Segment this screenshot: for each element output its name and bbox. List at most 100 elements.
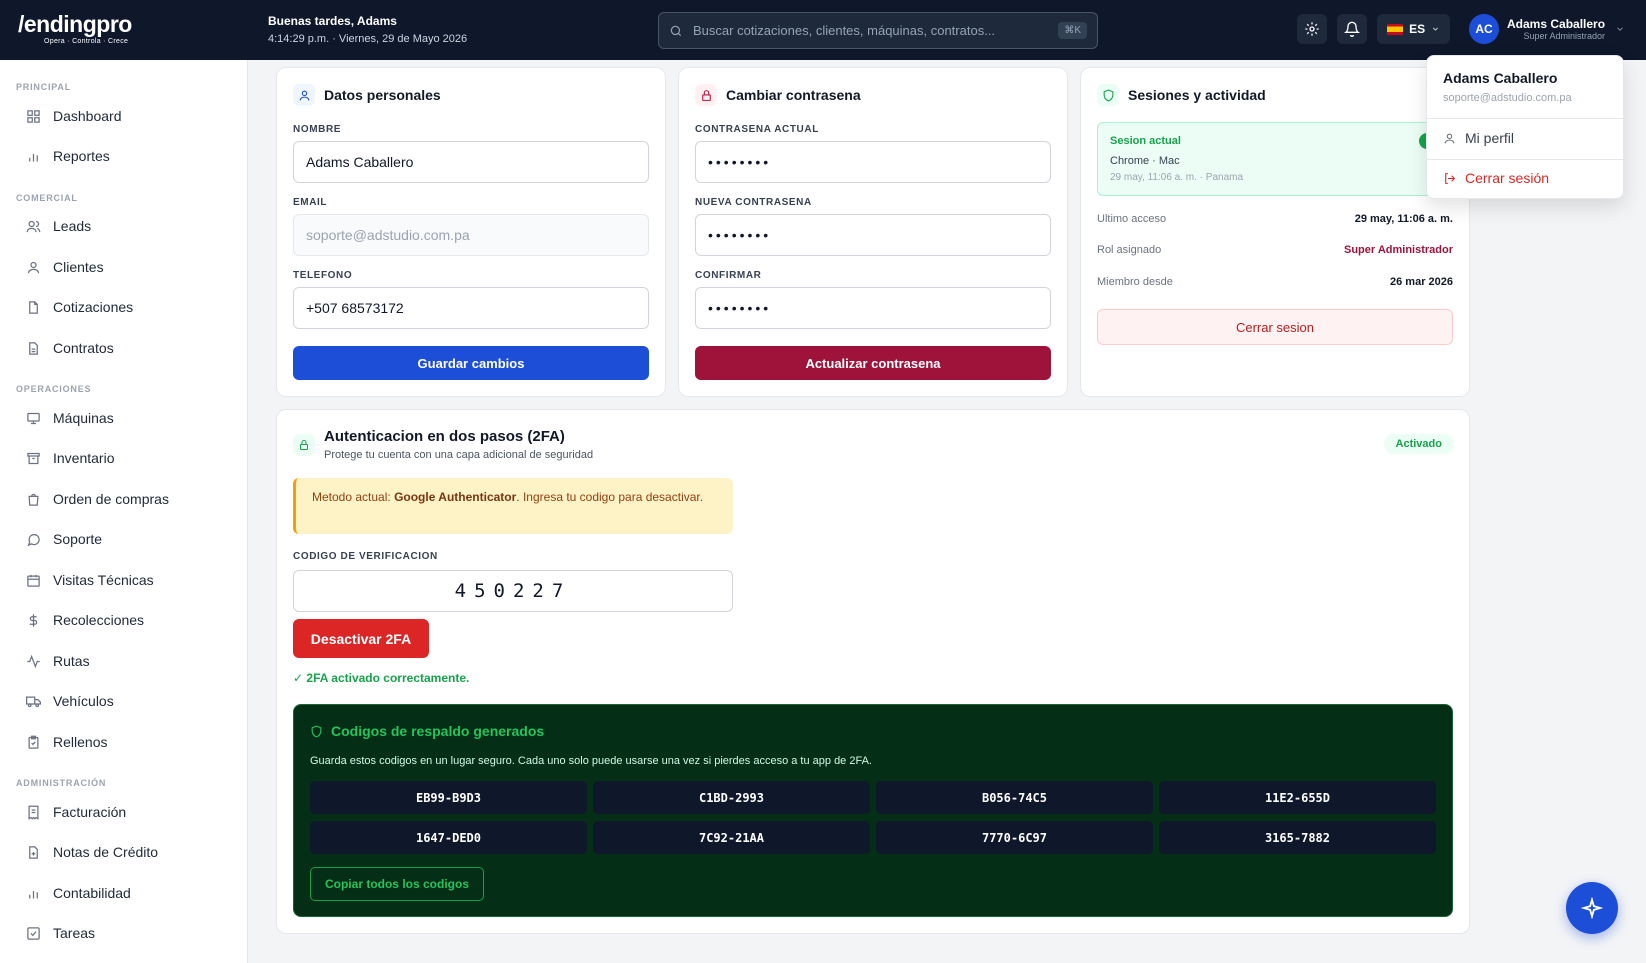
sidebar-item-rellenos[interactable]: Rellenos <box>26 734 107 750</box>
grid-icon <box>27 109 40 123</box>
menu-item-profile[interactable]: Mi perfil <box>1443 130 1514 146</box>
row-key: Ultimo acceso <box>1097 213 1167 225</box>
sidebar-item-label: Orden de compras <box>53 491 169 507</box>
confirm-password-label: CONFIRMAR <box>695 270 762 281</box>
sidebar-item-rutas[interactable]: Rutas <box>26 653 90 669</box>
divider <box>1427 118 1625 119</box>
file-plus-icon <box>29 845 38 859</box>
sidebar-item-notas-credito[interactable]: Notas de Crédito <box>26 844 158 860</box>
search-input[interactable] <box>693 23 1059 38</box>
shield-icon <box>1103 89 1113 102</box>
sidebar-item-clientes[interactable]: Clientes <box>26 259 104 275</box>
settings-button[interactable] <box>1297 14 1327 44</box>
role-row: Rol asignado Super Administrador <box>1097 244 1453 256</box>
logout-button[interactable]: Cerrar sesion <box>1097 309 1453 345</box>
user-dropdown-menu: Adams Caballero soporte@adstudio.com.pa … <box>1426 55 1625 199</box>
sidebar-item-maquinas[interactable]: Máquinas <box>26 410 114 426</box>
sidebar-item-reportes[interactable]: Reportes <box>26 148 110 164</box>
dropdown-user-email: soporte@adstudio.com.pa <box>1443 92 1572 104</box>
sidebar-item-cotizaciones[interactable]: Cotizaciones <box>26 299 133 315</box>
success-message: ✓ 2FA activado correctamente. <box>293 671 470 685</box>
deactivate-2fa-button[interactable]: Desactivar 2FA <box>293 619 429 658</box>
sidebar-item-label: Inventario <box>53 450 115 466</box>
chevron-down-icon <box>1617 27 1623 31</box>
sparkle-icon <box>1581 897 1603 919</box>
lock-icon <box>300 440 308 450</box>
sidebar-item-label: Cotizaciones <box>53 299 134 315</box>
message-icon <box>27 533 40 546</box>
backup-code: 11E2-655D <box>1159 781 1436 814</box>
file-icon <box>29 300 38 314</box>
phone-field[interactable]: +507 68573172 <box>293 287 649 329</box>
sidebar-item-contabilidad[interactable]: Contabilidad <box>26 885 131 901</box>
warn-prefix: Metodo actual: <box>312 490 395 504</box>
backup-code: EB99-B9D3 <box>310 781 587 814</box>
backup-description: Guarda estos codigos en un lugar seguro.… <box>310 755 872 767</box>
user-icon <box>1444 133 1455 143</box>
backup-code: C1BD-2993 <box>593 781 870 814</box>
sidebar-item-recolecciones[interactable]: Recolecciones <box>26 612 144 628</box>
session-device: Chrome · Mac <box>1110 155 1180 167</box>
name-field[interactable]: Adams Caballero <box>293 141 649 183</box>
section-comercial: COMERCIAL <box>16 193 78 203</box>
save-button[interactable]: Guardar cambios <box>293 346 649 380</box>
global-search[interactable]: ⌘K <box>658 12 1098 49</box>
divider <box>1427 159 1625 160</box>
language-code: ES <box>1409 22 1426 36</box>
member-since-row: Miembro desde 26 mar 2026 <box>1097 276 1453 288</box>
monitor-icon <box>27 412 40 424</box>
clipboard-icon <box>28 735 39 749</box>
card-title: Sesiones y actividad <box>1128 87 1266 103</box>
logo-tagline: Opera · Controla · Crece <box>44 38 129 45</box>
notifications-button[interactable] <box>1337 14 1367 44</box>
sidebar-item-tareas[interactable]: Tareas <box>26 925 95 941</box>
sidebar-item-dashboard[interactable]: Dashboard <box>26 108 122 124</box>
chip <box>293 84 315 106</box>
sidebar-item-orden-compras[interactable]: Orden de compras <box>26 491 169 507</box>
assistant-fab-button[interactable] <box>1566 882 1618 934</box>
sidebar-item-contratos[interactable]: Contratos <box>26 340 114 356</box>
sidebar-item-soporte[interactable]: Soporte <box>26 531 102 547</box>
chip <box>293 434 315 456</box>
new-password-field[interactable]: •••••••• <box>695 214 1051 256</box>
greeting-text: Buenas tardes, Adams <box>268 14 397 28</box>
user-role: Super Administrador <box>1523 31 1606 41</box>
dropdown-user-name: Adams Caballero <box>1443 70 1558 86</box>
sidebar-item-label: Facturación <box>53 804 127 820</box>
section-operaciones: OPERACIONES <box>16 384 92 394</box>
session-title: Sesion actual <box>1110 135 1181 147</box>
current-session-box: Sesion actual Chrome · Mac 29 may, 11:06… <box>1097 122 1453 196</box>
copy-codes-button[interactable]: Copiar todos los codigos <box>310 867 484 901</box>
sidebar-item-label: Soporte <box>53 531 103 547</box>
user-icon <box>299 90 309 100</box>
card-header: Sesiones y actividad <box>1097 84 1266 106</box>
backup-codes-panel: Codigos de respaldo generados Guarda est… <box>293 704 1453 917</box>
language-selector[interactable]: ES <box>1377 14 1450 44</box>
user-name: Adams Caballero <box>1507 17 1606 31</box>
backup-title: Codigos de respaldo generados <box>331 723 545 739</box>
confirm-password-field[interactable]: •••••••• <box>695 287 1051 329</box>
card-title: Datos personales <box>324 87 441 103</box>
shield-icon <box>311 725 322 738</box>
sidebar-item-facturacion[interactable]: Facturación <box>26 804 126 820</box>
backup-code: 7C92-21AA <box>593 821 870 854</box>
spain-flag-icon <box>1387 23 1404 35</box>
verification-code-input[interactable]: 450227 <box>293 570 733 612</box>
users-icon <box>26 220 41 232</box>
sidebar-item-visitas[interactable]: Visitas Técnicas <box>26 572 154 588</box>
chip <box>695 84 717 106</box>
menu-item-logout[interactable]: Cerrar sesión <box>1443 170 1549 186</box>
current-password-field[interactable]: •••••••• <box>695 141 1051 183</box>
greeting-block: Buenas tardes, Adams 4:14:29 p.m. · Vier… <box>268 14 467 45</box>
user-menu-button[interactable]: AC Adams Caballero Super Administrador <box>1469 14 1625 44</box>
sidebar-item-inventario[interactable]: Inventario <box>26 450 114 466</box>
search-icon <box>670 25 682 36</box>
sidebar-item-leads[interactable]: Leads <box>26 218 91 234</box>
calendar-icon <box>27 574 40 587</box>
sidebar-item-vehiculos[interactable]: Vehículos <box>26 693 114 709</box>
card-header: Cambiar contrasena <box>695 84 861 106</box>
update-password-button[interactable]: Actualizar contrasena <box>695 346 1051 380</box>
brand-logo[interactable]: /endingpro Opera · Controla · Crece <box>18 12 158 46</box>
sidebar-item-label: Leads <box>53 218 92 234</box>
sidebar-item-label: Reportes <box>53 148 110 164</box>
